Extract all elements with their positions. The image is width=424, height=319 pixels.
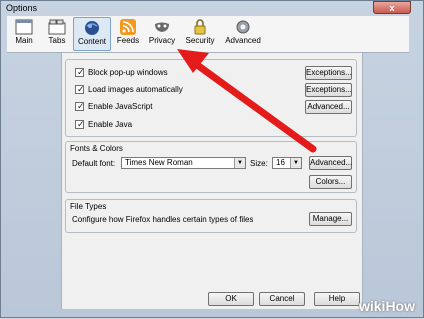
pointer-arrow <box>177 49 317 153</box>
watermark-wiki: wiki <box>358 298 386 314</box>
options-window: Options x Main Tabs Content Feeds Privac… <box>0 0 424 318</box>
wikihow-watermark: wikiHow <box>359 298 415 314</box>
watermark-how: How <box>385 298 415 314</box>
